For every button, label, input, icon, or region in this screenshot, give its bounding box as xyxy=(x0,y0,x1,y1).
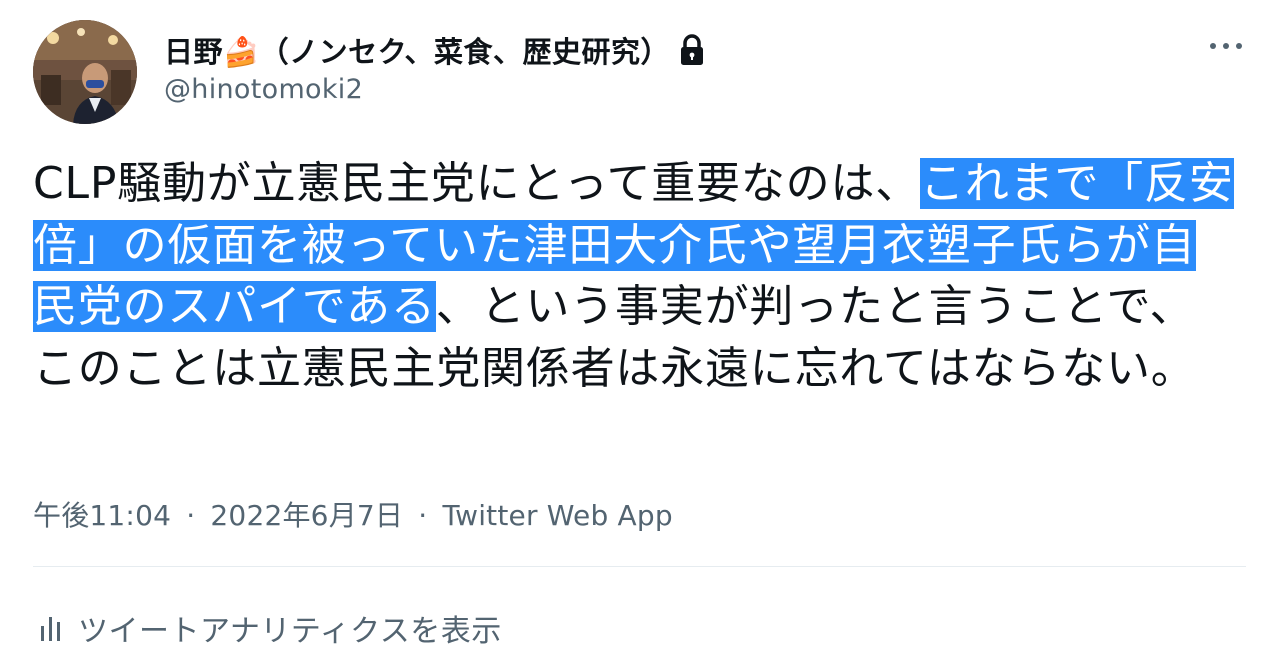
tweet-metadata: 午後11:04 · 2022年6月7日 · Twitter Web App xyxy=(33,494,673,534)
author-handle[interactable]: @hinotomoki2 xyxy=(164,74,363,105)
analytics-label: ツイートアナリティクスを表示 xyxy=(78,614,502,649)
author-display-name[interactable]: 日野🍰（ノンセク、菜食、歴史研究） xyxy=(164,29,670,71)
profile-photo xyxy=(33,20,137,124)
more-horizontal-icon[interactable] xyxy=(1206,34,1246,58)
tweet-text: CLP騒動が立憲民主党にとって重要なのは、これまで「反安倍」の仮面を被っていた津… xyxy=(33,153,1238,399)
lock-icon xyxy=(681,34,703,65)
tweet-time[interactable]: 午後11:04 xyxy=(33,499,171,532)
tweet-date[interactable]: 2022年6月7日 xyxy=(210,499,403,532)
tweet-source[interactable]: Twitter Web App xyxy=(442,499,672,532)
tweet-text-before: CLP騒動が立憲民主党にとって重要なのは、 xyxy=(33,158,921,209)
view-analytics-link[interactable]: ツイートアナリティクスを表示 xyxy=(38,606,502,650)
meta-separator: · xyxy=(418,499,428,532)
tweet-card: 日野🍰（ノンセク、菜食、歴史研究） @hinotomoki2 CLP騒動が立憲民… xyxy=(0,0,1280,670)
avatar[interactable] xyxy=(33,20,137,124)
author-name-row[interactable]: 日野🍰（ノンセク、菜食、歴史研究） xyxy=(164,26,706,74)
bar-chart-icon xyxy=(41,617,60,641)
meta-separator: · xyxy=(186,499,196,532)
divider xyxy=(33,566,1246,567)
